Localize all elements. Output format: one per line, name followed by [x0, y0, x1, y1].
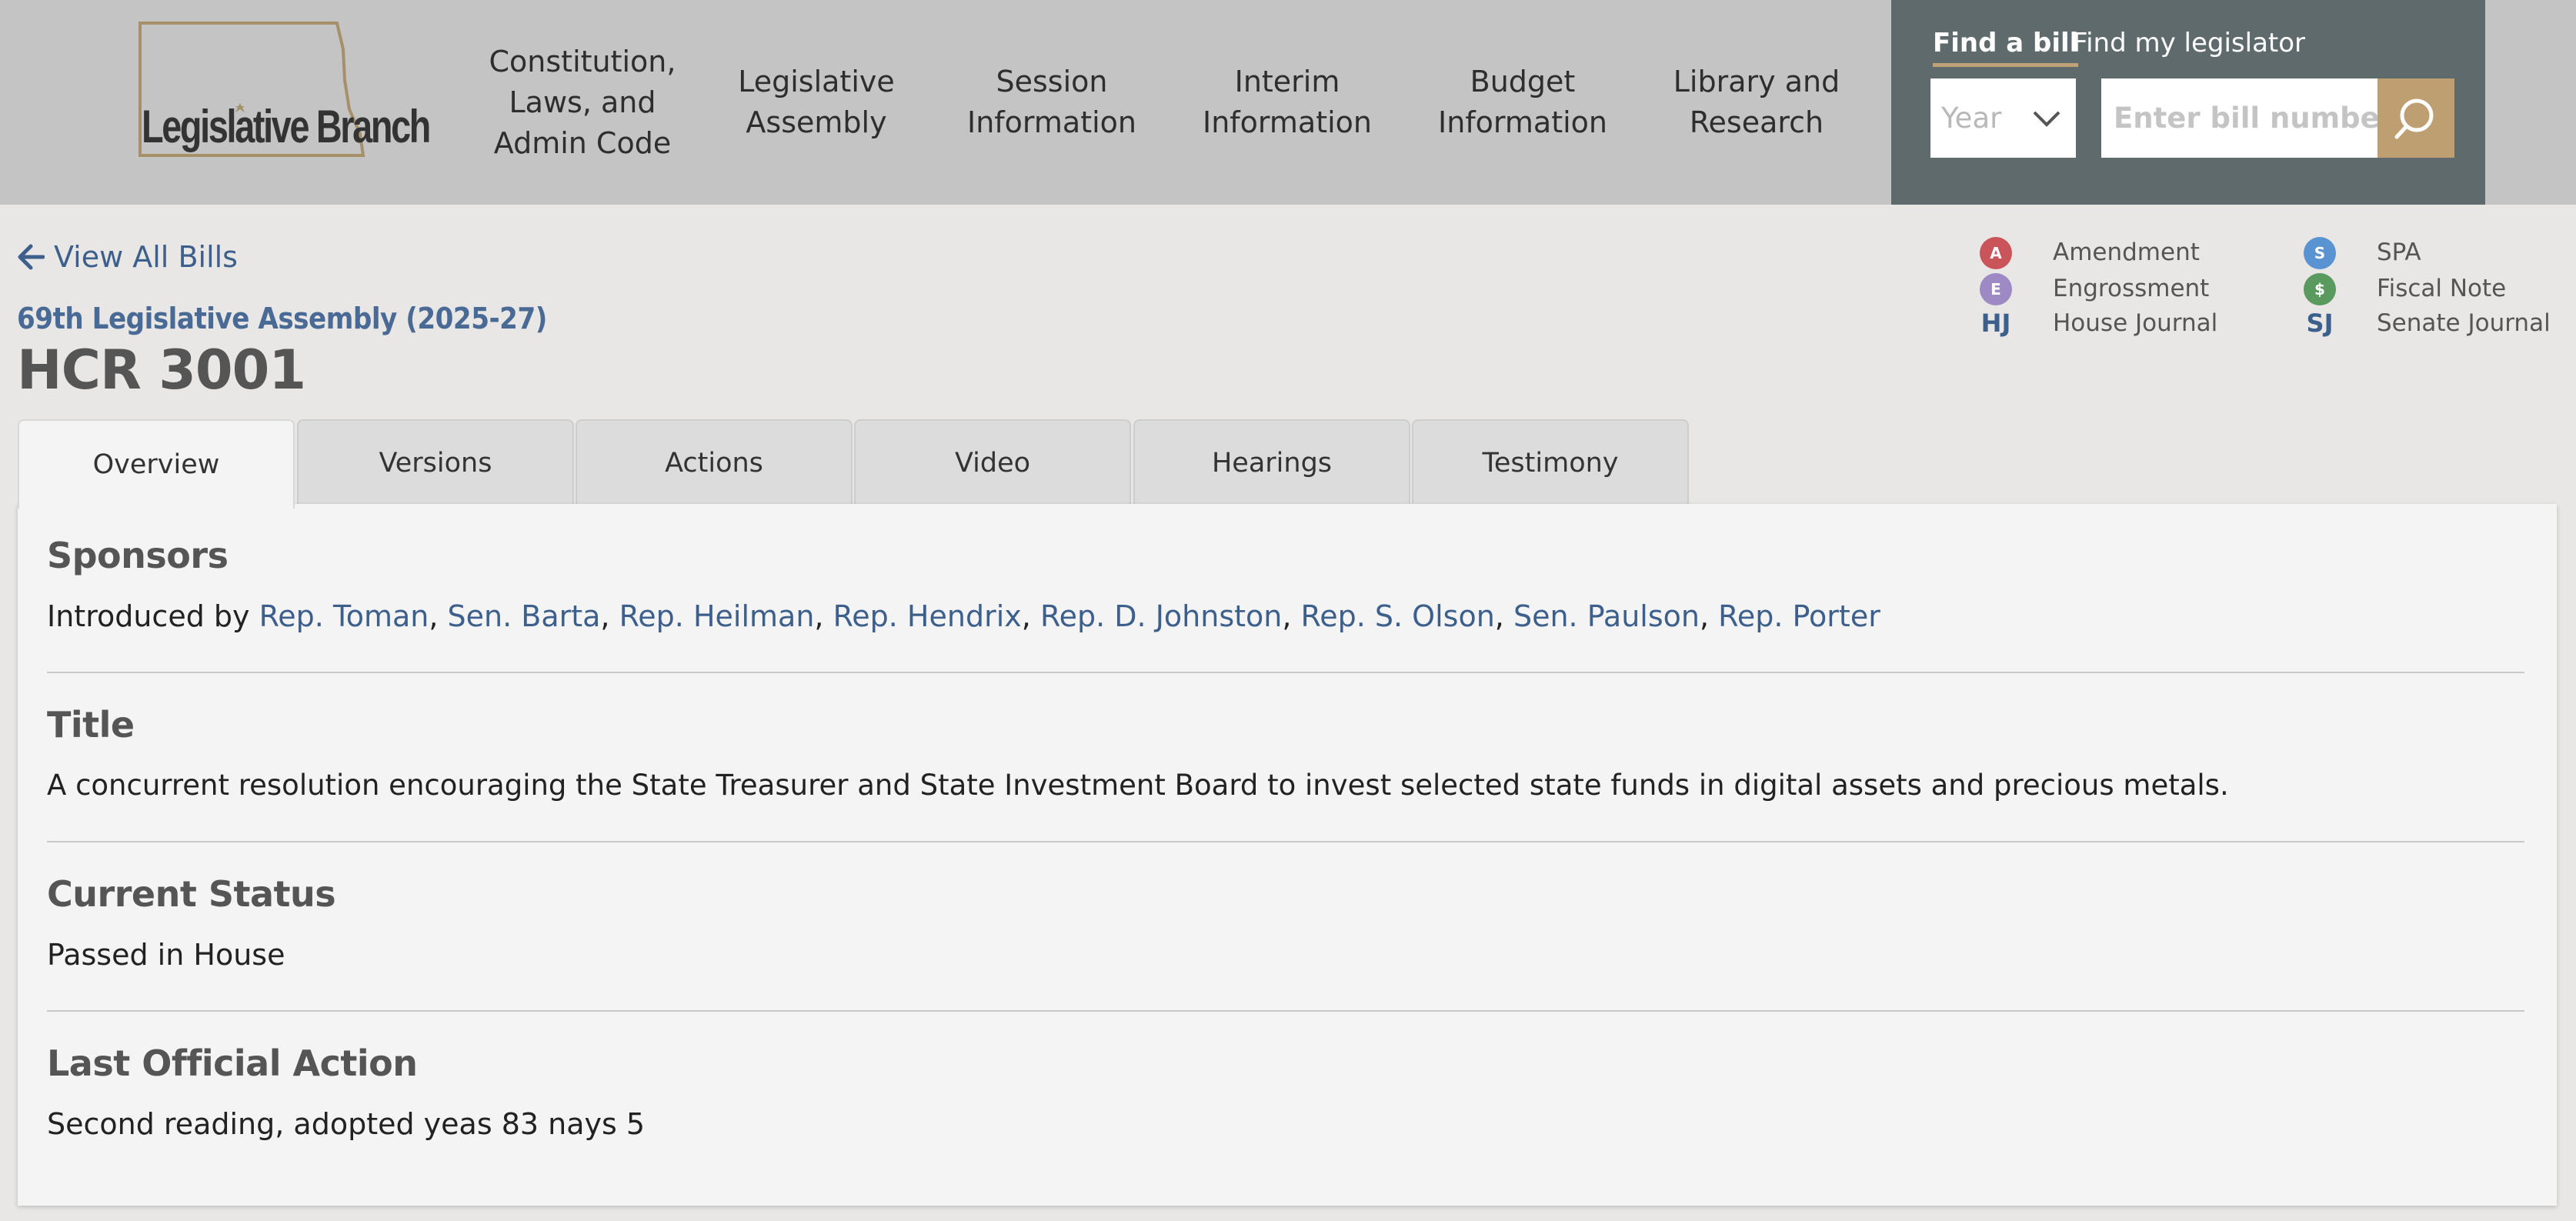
title-text: A concurrent resolution encouraging the … — [47, 769, 2229, 802]
legend-label-engrossment: Engrossment — [2053, 275, 2210, 302]
separator: , — [814, 599, 833, 633]
overview-panel: Sponsors Introduced by Rep. Toman, Sen. … — [18, 504, 2557, 1206]
chevron-down-icon — [2033, 111, 2060, 127]
search-button[interactable] — [2377, 78, 2454, 158]
legend-label-house-journal: House Journal — [2053, 309, 2218, 337]
legislative-branch-logo[interactable]: Legislative Branch — [135, 18, 431, 160]
search-icon — [2394, 98, 2434, 138]
nav-label: Budget Information — [1438, 65, 1607, 139]
legend-label-spa: SPA — [2377, 239, 2421, 266]
logo-text: Legislative Branch — [142, 101, 431, 152]
site-header: Legislative Branch Constitution, Laws, a… — [0, 0, 2576, 205]
fiscal-note-icon: $ — [2304, 273, 2336, 305]
legend-label-senate-journal: Senate Journal — [2377, 309, 2551, 337]
sponsor-link[interactable]: Rep. Hendrix — [833, 599, 1022, 633]
divider — [47, 841, 2524, 842]
sponsor-link[interactable]: Rep. D. Johnston — [1040, 599, 1282, 633]
arrow-left-icon — [18, 244, 45, 270]
nav-label: Library and Research — [1673, 65, 1840, 139]
amendment-icon: A — [1980, 237, 2012, 269]
nav-label: Interim Information — [1203, 65, 1372, 139]
tab-testimony[interactable]: Testimony — [1412, 419, 1689, 505]
find-bill-tab[interactable]: Find a bill — [1933, 28, 2079, 67]
current-status-heading: Current Status — [47, 873, 336, 915]
back-link-label: View All Bills — [54, 240, 238, 274]
sponsor-link[interactable]: Rep. Heilman — [619, 599, 815, 633]
sponsors-line: Introduced by Rep. Toman, Sen. Barta, Re… — [47, 599, 1880, 633]
engrossment-icon: E — [1980, 273, 2012, 305]
nav-label: Session Information — [967, 65, 1136, 139]
assembly-name: 69th Legislative Assembly (2025-27) — [17, 302, 547, 335]
nav-constitution-laws[interactable]: Constitution, Laws, and Admin Code — [483, 0, 682, 205]
divider — [47, 672, 2524, 673]
divider — [47, 1010, 2524, 1012]
view-all-bills-link[interactable]: View All Bills — [17, 240, 238, 274]
find-bill-panel: Find a bill Find my legislator Year — [1891, 0, 2485, 205]
separator: , — [600, 599, 619, 633]
legend-label-fiscal-note: Fiscal Note — [2377, 275, 2507, 302]
separator: , — [429, 599, 448, 633]
tab-video[interactable]: Video — [854, 419, 1131, 505]
last-action-heading: Last Official Action — [47, 1043, 418, 1084]
sponsor-link[interactable]: Sen. Barta — [448, 599, 601, 633]
nav-label: Legislative Assembly — [738, 65, 895, 139]
sponsor-link[interactable]: Rep. S. Olson — [1301, 599, 1495, 633]
sponsor-link[interactable]: Rep. Toman — [259, 599, 429, 633]
tab-overview[interactable]: Overview — [18, 419, 295, 509]
nav-legislative-assembly[interactable]: Legislative Assembly — [716, 0, 917, 205]
separator: , — [1494, 599, 1513, 633]
title-heading: Title — [47, 704, 135, 746]
nav-session-information[interactable]: Session Information — [951, 0, 1153, 205]
spa-icon: S — [2304, 237, 2336, 269]
legend-label-amendment: Amendment — [2053, 239, 2200, 266]
senate-journal-icon: SJ — [2306, 309, 2334, 338]
sponsors-intro: Introduced by — [47, 599, 259, 633]
find-legislator-tab[interactable]: Find my legislator — [2073, 28, 2305, 58]
current-status-text: Passed in House — [47, 938, 285, 972]
separator: , — [1282, 599, 1301, 633]
separator: , — [1699, 599, 1719, 633]
tab-actions[interactable]: Actions — [576, 419, 853, 505]
year-select-value: Year — [1941, 102, 2002, 135]
tab-versions[interactable]: Versions — [297, 419, 574, 505]
last-action-text: Second reading, adopted yeas 83 nays 5 — [47, 1107, 646, 1141]
nav-interim-information[interactable]: Interim Information — [1186, 0, 1388, 205]
tab-hearings[interactable]: Hearings — [1133, 419, 1410, 505]
sponsor-link[interactable]: Sen. Paulson — [1513, 599, 1700, 633]
bill-number-input[interactable] — [2101, 78, 2377, 158]
sponsor-link[interactable]: Rep. Porter — [1718, 599, 1880, 633]
nav-library-research[interactable]: Library and Research — [1654, 0, 1859, 205]
separator: , — [1021, 599, 1040, 633]
bill-title: HCR 3001 — [17, 339, 306, 402]
sponsors-heading: Sponsors — [47, 535, 229, 576]
year-select[interactable]: Year — [1930, 78, 2076, 158]
nav-label: Constitution, Laws, and Admin Code — [489, 44, 676, 160]
house-journal-icon: HJ — [1980, 309, 2011, 338]
nav-budget-information[interactable]: Budget Information — [1422, 0, 1623, 205]
